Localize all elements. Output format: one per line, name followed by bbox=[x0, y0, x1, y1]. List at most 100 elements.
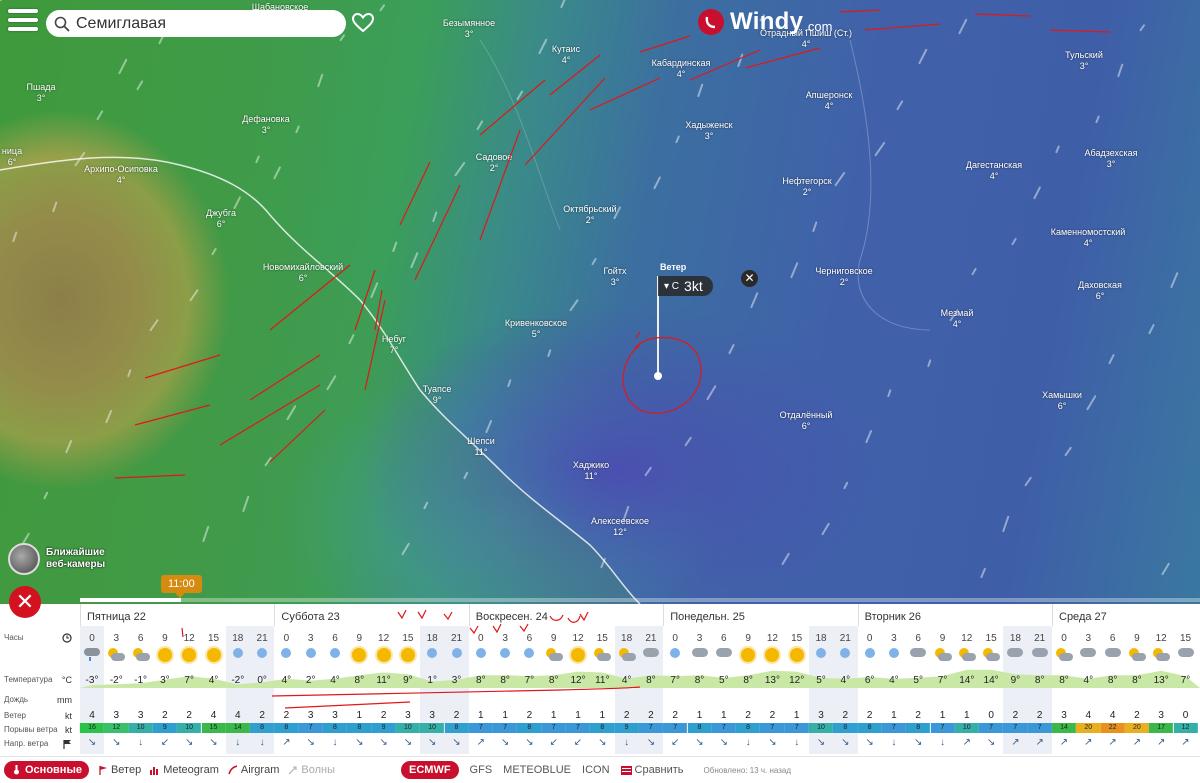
place-label[interactable]: Кабардинская 4° bbox=[652, 58, 711, 80]
place-temp: 7° bbox=[389, 345, 399, 355]
search-box[interactable] bbox=[46, 10, 346, 37]
wind-flag-icon bbox=[99, 766, 107, 775]
place-label[interactable]: Хадыженск 3° bbox=[685, 120, 732, 142]
place-label[interactable]: Новомихайловский 6° bbox=[263, 262, 343, 284]
webcams-button[interactable]: Ближайшие веб-камеры bbox=[8, 543, 126, 575]
place-name: Хадыженск bbox=[685, 120, 733, 130]
place-label[interactable]: Апшеронск 4° bbox=[806, 90, 853, 112]
place-temp: 9° bbox=[432, 395, 442, 405]
place-temp: 3° bbox=[261, 125, 271, 135]
place-label[interactable]: Пшада 3° bbox=[27, 82, 56, 104]
place-label[interactable]: Отдалённый 6° bbox=[780, 410, 833, 432]
place-temp: 6° bbox=[216, 219, 226, 229]
place-label[interactable]: Хамышки 6° bbox=[1042, 390, 1082, 412]
place-temp: 6° bbox=[1095, 291, 1105, 301]
coastline bbox=[0, 39, 931, 604]
place-label[interactable]: Тульский 3° bbox=[1065, 50, 1103, 72]
place-name: Хаджико bbox=[572, 460, 610, 470]
place-temp: 6° bbox=[298, 273, 308, 283]
timeline-bar[interactable] bbox=[80, 598, 1200, 602]
place-name: Кутаис bbox=[551, 44, 581, 54]
timeline-time-badge[interactable]: 11:00 bbox=[161, 575, 202, 598]
model-gfs[interactable]: GFS bbox=[470, 764, 493, 776]
place-name: Апшеронск bbox=[805, 90, 853, 100]
place-label[interactable]: Дагестанская 4° bbox=[966, 160, 1022, 182]
place-label[interactable]: Хаджико 11° bbox=[573, 460, 609, 482]
place-label[interactable]: Архипо-Осиповка 4° bbox=[84, 164, 158, 186]
place-label[interactable]: Абадзехская 3° bbox=[1085, 148, 1138, 170]
place-temp: 4° bbox=[824, 101, 834, 111]
tab-wind[interactable]: Ветер bbox=[98, 764, 141, 776]
place-name: Абадзехская bbox=[1084, 148, 1138, 158]
place-label[interactable]: Небуг 7° bbox=[382, 334, 406, 356]
place-temp: 4° bbox=[801, 39, 811, 49]
place-name: Алексеевское bbox=[590, 516, 650, 526]
place-name: Черниговское bbox=[815, 266, 873, 276]
place-name: Каменномостский bbox=[1050, 227, 1126, 237]
place-name: Тульский bbox=[1065, 50, 1103, 60]
wind-value: 3kt bbox=[684, 278, 703, 294]
popup-title: Ветер bbox=[660, 262, 687, 272]
webcams-label: Ближайшие веб-камеры bbox=[46, 547, 106, 570]
place-temp: 4° bbox=[952, 319, 962, 329]
place-name: Пшада bbox=[26, 82, 56, 92]
place-label[interactable]: Безымянное 3° bbox=[443, 18, 495, 40]
place-name: Нефтегорск bbox=[782, 176, 832, 186]
place-temp: 2° bbox=[802, 187, 812, 197]
heart-icon[interactable] bbox=[352, 13, 374, 33]
place-temp: 4° bbox=[676, 69, 686, 79]
wind-direction: ▾ С bbox=[664, 280, 680, 292]
model-meteoblue[interactable]: METEOBLUE bbox=[503, 764, 571, 776]
place-label[interactable]: Дефановка 3° bbox=[242, 114, 289, 136]
wind-popup[interactable]: ▾ С 3kt bbox=[658, 276, 713, 296]
place-label[interactable]: ница 6° bbox=[2, 146, 22, 168]
place-label[interactable]: Даховская 6° bbox=[1078, 280, 1122, 302]
place-name: Небуг bbox=[381, 334, 407, 344]
place-label[interactable]: Садовое 2° bbox=[476, 152, 513, 174]
windy-app: { "search": {"value": "Семиглавая"}, "lo… bbox=[0, 0, 1200, 783]
place-temp: 6° bbox=[801, 421, 811, 431]
place-label[interactable]: Туапсе 9° bbox=[423, 384, 452, 406]
place-label[interactable]: Кривенковское 5° bbox=[505, 318, 567, 340]
hand-drawn-table-annotations bbox=[181, 609, 641, 709]
place-label[interactable]: Шепси 11° bbox=[467, 436, 495, 458]
place-label[interactable]: Джубга 6° bbox=[206, 208, 236, 230]
tab-meteogram[interactable]: Meteogram bbox=[150, 764, 219, 776]
place-temp: 11° bbox=[474, 447, 488, 457]
place-temp: 3° bbox=[704, 131, 714, 141]
place-temp: 3° bbox=[1079, 61, 1089, 71]
model-ecmwf[interactable]: ECMWF bbox=[401, 761, 459, 779]
place-temp: 12° bbox=[613, 527, 627, 537]
updated-text: Обновлено: 13 ч. назад bbox=[703, 765, 792, 775]
tab-basic[interactable]: Основные bbox=[4, 761, 89, 779]
location-marker[interactable] bbox=[654, 372, 662, 380]
place-label[interactable]: Алексеевское 12° bbox=[591, 516, 649, 538]
place-label[interactable]: Гойтх 3° bbox=[604, 266, 627, 288]
place-label[interactable]: Черниговское 2° bbox=[815, 266, 872, 288]
popup-close-button[interactable]: ✕ bbox=[741, 270, 758, 287]
windy-logo[interactable]: Windy .com bbox=[698, 8, 832, 36]
place-temp: 4° bbox=[989, 171, 999, 181]
weather-map[interactable]: Шабановское Безымянное 3° Кутаис 4° Кабардинс… bbox=[0, 0, 1200, 604]
close-forecast-button[interactable]: ✕ bbox=[9, 586, 41, 618]
place-name: Джубга bbox=[205, 208, 237, 218]
place-label[interactable]: Мезмай 4° bbox=[941, 308, 974, 330]
search-input[interactable] bbox=[76, 14, 326, 33]
place-name: Даховская bbox=[1078, 280, 1122, 290]
place-label[interactable]: Каменномостский 4° bbox=[1051, 227, 1126, 249]
place-name: Туапсе bbox=[422, 384, 452, 394]
place-temp: 3° bbox=[1106, 159, 1116, 169]
menu-button[interactable] bbox=[8, 9, 38, 37]
place-name: Кабардинская bbox=[651, 58, 711, 68]
tab-airgram[interactable]: Airgram bbox=[228, 764, 279, 776]
place-label[interactable]: Октябрьский 2° bbox=[563, 204, 616, 226]
place-temp: 2° bbox=[585, 215, 595, 225]
place-temp: 4° bbox=[561, 55, 571, 65]
tab-waves[interactable]: Волны bbox=[288, 764, 335, 776]
place-label[interactable]: Нефтегорск 2° bbox=[782, 176, 831, 198]
compare-icon bbox=[620, 765, 632, 775]
place-name: Дагестанская bbox=[965, 160, 1023, 170]
place-label[interactable]: Кутаис 4° bbox=[552, 44, 580, 66]
model-icon[interactable]: ICON bbox=[582, 764, 610, 776]
compare-button[interactable]: Сравнить bbox=[620, 764, 684, 776]
